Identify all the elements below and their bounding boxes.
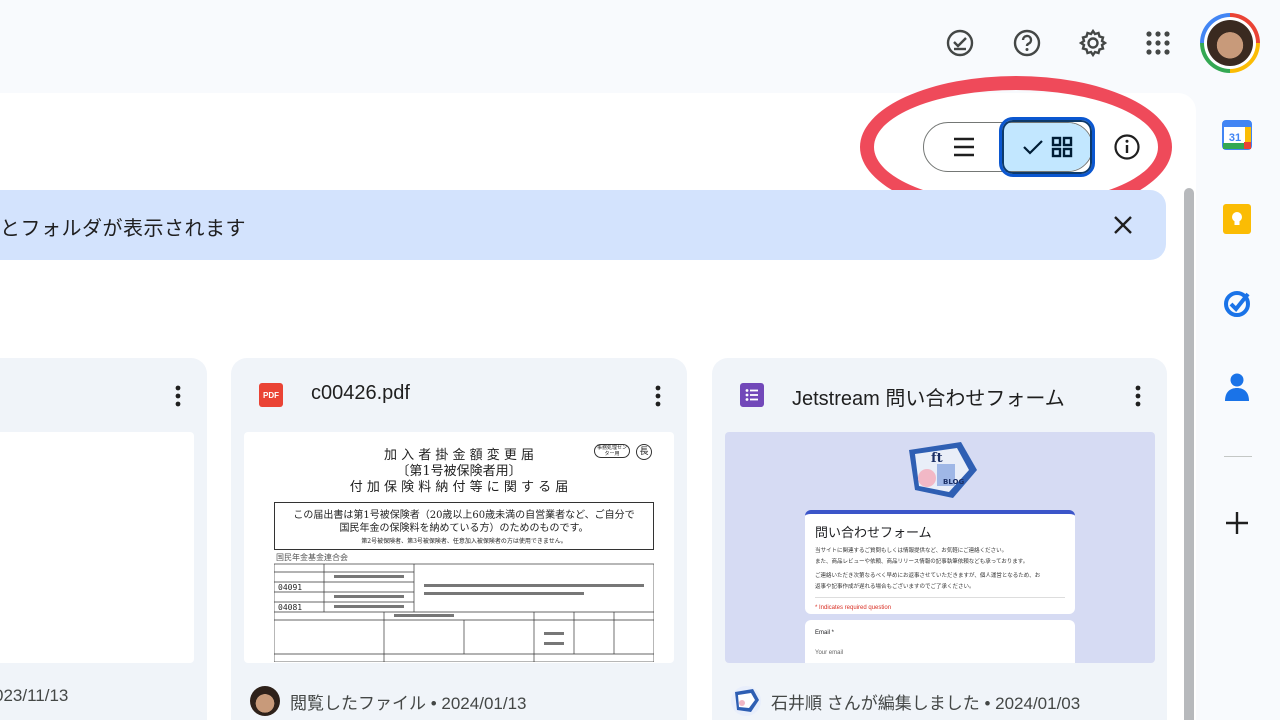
pdf-icon-label: PDF xyxy=(263,390,279,400)
view-toggle xyxy=(923,122,1093,172)
file-card[interactable]: 023/11/13 xyxy=(0,358,207,720)
banner-text: とフォルダが表示されます xyxy=(0,218,246,240)
account-avatar[interactable] xyxy=(1200,13,1260,73)
file-meta-text: 閲覧したファイル • 2024/01/13 xyxy=(290,693,527,713)
file-meta-text: 023/11/13 xyxy=(0,686,69,705)
grid-view-button[interactable] xyxy=(1004,123,1092,171)
logo-text: BLOG xyxy=(943,478,964,486)
file-thumbnail: 加 入 者 掛 金 額 変 更 届 〔第1号被保険者用〕 付 加 保 険 料 納… xyxy=(244,432,674,663)
file-meta: 石井順 さんが編集しました • 2024/01/03 xyxy=(731,686,1080,716)
calendar-icon[interactable]: 31 xyxy=(1221,119,1253,151)
file-title: c00426.pdf xyxy=(311,382,410,404)
check-icon xyxy=(1023,140,1043,155)
form-description: 返事や記事作成が遅れる場合もございますのでご了承ください。 xyxy=(815,584,975,590)
more-actions-button[interactable] xyxy=(166,382,190,410)
pdf-preview: 加 入 者 掛 金 額 変 更 届 〔第1号被保険者用〕 付 加 保 険 料 納… xyxy=(244,432,674,663)
list-view-icon xyxy=(954,137,974,157)
rail-divider xyxy=(1224,456,1252,457)
calendar-day: 31 xyxy=(1229,132,1241,144)
form-field-placeholder: Your email xyxy=(815,650,844,656)
info-icon xyxy=(1114,134,1140,160)
form-description: 当サイトに関連するご質問もしくは情報提供など、お気軽にご連絡ください。 xyxy=(815,548,1008,554)
pdf-notice-note: 第2号被保険者、第3号被保険者、任意加入被保険者の方は使用できません。 xyxy=(361,538,567,545)
more-vert-icon xyxy=(1135,385,1141,407)
ready-for-offline-icon[interactable] xyxy=(944,27,976,59)
pdf-title-line: 〔第1号被保険者用〕 xyxy=(396,464,522,479)
file-meta: 023/11/13 xyxy=(0,686,68,706)
svg-text:ft: ft xyxy=(931,451,943,466)
blog-logo-icon: ft BLOG xyxy=(909,442,977,498)
info-banner: とフォルダが表示されます xyxy=(0,190,1166,260)
pdf-title-line: 付 加 保 険 料 納 付 等 に 関 す る 届 xyxy=(349,480,569,495)
pdf-row-code: 04091 xyxy=(278,583,302,592)
pdf-notice-line: 国民年金の保険料を納めている方）のためのものです。 xyxy=(339,523,589,534)
add-icon[interactable] xyxy=(1221,507,1253,539)
file-thumbnail xyxy=(0,432,194,663)
keep-icon[interactable] xyxy=(1221,203,1253,235)
pdf-notice-line: この届出書は第1号被保険者（20歳以上60歳未満の自営業者など、ご自分で xyxy=(293,510,635,521)
list-view-button[interactable] xyxy=(924,123,1004,171)
avatar-photo xyxy=(1207,20,1253,66)
form-field-label: Email * xyxy=(815,630,835,636)
apps-grid-icon[interactable] xyxy=(1142,27,1174,59)
banner-close-button[interactable] xyxy=(1104,206,1142,244)
settings-icon[interactable] xyxy=(1077,27,1109,59)
pdf-badge: 事務処理センター用 xyxy=(594,444,630,458)
avatar xyxy=(250,686,280,716)
form-header-card: 問い合わせフォーム 当サイトに関連するご質問もしくは情報提供など、お気軽にご連絡… xyxy=(805,510,1075,614)
pdf-form-table: 04091 04081 xyxy=(274,563,654,662)
pdf-row-code: 04081 xyxy=(278,603,302,612)
help-icon[interactable] xyxy=(1011,27,1043,59)
form-required-note: * Indicates required question xyxy=(815,597,1065,612)
more-vert-icon xyxy=(175,385,181,407)
pdf-icon: PDF xyxy=(259,383,283,407)
side-panel-rail: 31 xyxy=(1196,93,1280,720)
pdf-circle-mark: 長 xyxy=(636,444,652,460)
file-title: Jetstream 問い合わせフォーム xyxy=(792,388,1065,410)
contacts-icon[interactable] xyxy=(1221,371,1253,403)
pdf-notice-box: この届出書は第1号被保険者（20歳以上60歳未満の自営業者など、ご自分で 国民年… xyxy=(274,502,654,550)
more-actions-button[interactable] xyxy=(646,382,670,410)
forms-icon xyxy=(740,383,764,407)
file-thumbnail: ft BLOG 問い合わせフォーム 当サイトに関連するご質問もしくは情報提供など… xyxy=(725,432,1155,663)
form-preview: ft BLOG 問い合わせフォーム 当サイトに関連するご質問もしくは情報提供など… xyxy=(725,432,1155,663)
more-vert-icon xyxy=(655,385,661,407)
file-card[interactable]: Jetstream 問い合わせフォーム ft BLOG 問い合わせフォーム 当サ… xyxy=(712,358,1167,720)
form-question-card: Email * Your email xyxy=(805,620,1075,663)
scrollbar[interactable] xyxy=(1184,188,1194,720)
avatar xyxy=(731,686,761,716)
form-description: また、商品レビューや依頼、商品リリース情報の記事執筆依頼なども承っております。 xyxy=(815,559,1029,565)
tasks-icon[interactable] xyxy=(1221,287,1253,319)
form-description: ご連絡いただき次第なるべく早めにお返事させていただきますが、個人運営となるため、… xyxy=(815,573,1041,579)
file-meta-text: 石井順 さんが編集しました • 2024/01/03 xyxy=(771,693,1081,713)
more-actions-button[interactable] xyxy=(1126,382,1150,410)
file-card[interactable]: PDF c00426.pdf 加 入 者 掛 金 額 変 更 届 〔第1号被保険… xyxy=(231,358,687,720)
grid-view-icon xyxy=(1051,136,1073,158)
info-button[interactable] xyxy=(1108,128,1146,166)
file-meta: 閲覧したファイル • 2024/01/13 xyxy=(250,686,526,716)
form-title: 問い合わせフォーム xyxy=(815,525,932,540)
close-icon xyxy=(1114,216,1132,234)
